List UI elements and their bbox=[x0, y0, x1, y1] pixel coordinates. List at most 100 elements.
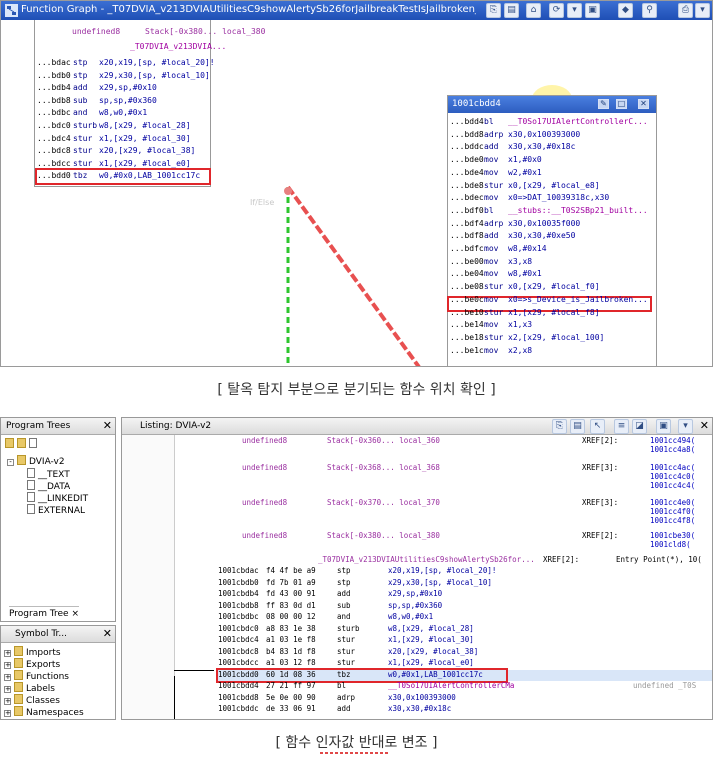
symbol-item-functions[interactable]: + Functions bbox=[4, 670, 69, 682]
xref-address[interactable]: 1001cc4c0( bbox=[650, 472, 695, 481]
graph-asm-line[interactable]: ...bdec mov x0=>DAT_10039318c,x30 bbox=[450, 192, 650, 203]
line-address: ...bdcc bbox=[37, 158, 71, 168]
xref-address[interactable]: 1001cld8( bbox=[650, 540, 691, 549]
listing-instruction-row[interactable]: 1001cbdc8 b4 83 1d f8 stur x20,[x29, #local… bbox=[218, 647, 712, 658]
graph-asm-line[interactable]: ...bdc8 stur x20,[x29, #local_38] bbox=[37, 145, 207, 156]
graph-asm-line[interactable]: ...bdc0 sturb w8,[x29, #local_28] bbox=[37, 120, 207, 131]
folder-icon[interactable] bbox=[17, 438, 26, 448]
block2-close-icon[interactable]: ✕ bbox=[638, 99, 649, 109]
chart-icon[interactable]: ◪ bbox=[632, 419, 647, 434]
symbol-item-exports[interactable]: + Exports bbox=[4, 658, 60, 670]
xref-address[interactable]: 1001cc4f0( bbox=[650, 507, 695, 516]
line-operands: __T0So17UIAlertControllerC... bbox=[508, 117, 648, 126]
tree-item-text[interactable]: __TEXT bbox=[27, 468, 70, 480]
menu-dropdown-icon[interactable]: ▾ bbox=[678, 419, 693, 434]
listing-instruction-row[interactable]: 1001cbdb0 fd 7b 01 a9 stp x29,x30,[sp, #loc… bbox=[218, 578, 712, 589]
close-icon[interactable]: ✕ bbox=[700, 419, 709, 432]
program-tree-tab[interactable]: Program Tree × bbox=[9, 606, 79, 619]
listing-variable-row[interactable]: undefined8 Stack[-0x380... local_380 XREF[… bbox=[242, 531, 712, 542]
listing-instruction-row[interactable]: 1001cbdbc 08 00 00 12 and w8,w0,#0x1 bbox=[218, 612, 712, 623]
graph-asm-line[interactable]: ...bde8 stur x0,[x29, #local_e8] bbox=[450, 180, 650, 191]
graph-asm-line[interactable]: ...be14 mov x1,x3 bbox=[450, 319, 650, 330]
listing-variable-row[interactable]: undefined8 Stack[-0x368... local_368 XREF[… bbox=[242, 463, 712, 474]
line-mnemonic: mov bbox=[484, 294, 499, 304]
copy-icon[interactable]: ⎘ bbox=[552, 419, 567, 434]
graph-asm-line[interactable]: ...be08 stur x0,[x29, #local_f0] bbox=[450, 281, 650, 292]
graph-asm-line[interactable]: ...bdfc mov w8,#0x14 bbox=[450, 243, 650, 254]
listing-instruction-row[interactable]: 1001cbdb8 ff 83 0d d1 sub sp,sp,#0x360 bbox=[218, 601, 712, 612]
graph-asm-line[interactable]: ...bdbc and w8,w0,#0x1 bbox=[37, 107, 207, 118]
xref-address[interactable]: 1001cc4a8( bbox=[650, 445, 695, 454]
xref-address[interactable]: 1001cc4e0( bbox=[650, 498, 695, 507]
line-operands: w8,[x29, #local_28] bbox=[99, 121, 191, 130]
graph-asm-line[interactable]: ...bdd8 adrp x30,0x100393000 bbox=[450, 129, 650, 140]
graph-asm-line[interactable]: ...bdc4 stur x1,[x29, #local_30] bbox=[37, 133, 207, 144]
row-address: 1001cbdac bbox=[218, 566, 259, 575]
tree-icon[interactable] bbox=[5, 438, 14, 448]
listing-instruction-row[interactable]: 1001cbdac f4 4f be a9 stp x20,x19,[sp, #loc… bbox=[218, 566, 712, 577]
graph-asm-line[interactable]: ...bde0 mov x1,#0x0 bbox=[450, 154, 650, 165]
listing-instruction-row[interactable]: 1001cbdd4 27 21 ff 97 bl __T0So17UIAlertCon… bbox=[218, 681, 712, 692]
cursor-icon[interactable]: ↖ bbox=[590, 419, 605, 434]
tree-item-linkedit[interactable]: __LINKEDIT bbox=[27, 492, 88, 504]
listing-margin bbox=[122, 435, 175, 719]
folder-icon bbox=[14, 706, 23, 716]
graph-asm-line[interactable]: ...bde4 mov w2,#0x1 bbox=[450, 167, 650, 178]
tree-item-data[interactable]: __DATA bbox=[27, 480, 70, 492]
snapshot-icon[interactable]: ▣ bbox=[656, 419, 671, 434]
listing-instruction-row[interactable]: 1001cbddc de 33 06 91 add x30,x30,#0x18c bbox=[218, 704, 712, 715]
graph-asm-line[interactable]: ...bddc add x30,x30,#0x18c bbox=[450, 141, 650, 152]
graph-asm-line[interactable]: ...bdf0 bl __stubs::__T0S2SBp21_built... bbox=[450, 205, 650, 216]
listing-instruction-row[interactable]: 1001cbdd0 60 1d 08 36 tbz w0,#0x1,LAB_1001c… bbox=[218, 670, 712, 681]
line-address: ...be08 bbox=[450, 282, 484, 292]
tree-item-external[interactable]: EXTERNAL bbox=[27, 504, 85, 516]
symbol-item-namespaces[interactable]: + Namespaces bbox=[4, 706, 84, 718]
graph-asm-line[interactable]: ...bdf4 adrp x30,0x10035f000 bbox=[450, 218, 650, 229]
graph-asm-line[interactable]: ...bdb8 sub sp,sp,#0x360 bbox=[37, 95, 207, 106]
paste-icon[interactable]: ▤ bbox=[570, 419, 585, 434]
xref-address[interactable]: 1001cc494( bbox=[650, 436, 695, 445]
line-mnemonic: stur bbox=[73, 158, 93, 168]
graph-asm-line[interactable]: ...bdd4 bl __T0So17UIAlertControllerC... bbox=[450, 116, 650, 127]
function-label-row[interactable]: _T07DVIA_v213DVIAUtilitiesC9showAlertySb… bbox=[318, 555, 712, 566]
listing-instruction-row[interactable]: 1001cbdcc a1 03 12 f8 stur x1,[x29, #local_… bbox=[218, 658, 712, 669]
graph-asm-line[interactable]: ...be18 stur x2,[x29, #local_100] bbox=[450, 332, 650, 343]
graph-asm-line[interactable]: ...bdb4 add x29,sp,#0x10 bbox=[37, 82, 207, 93]
listing-instruction-row[interactable]: 1001cbdc4 a1 03 1e f8 stur x1,[x29, #local_… bbox=[218, 635, 712, 646]
block2-edit-icon[interactable]: ✎ bbox=[598, 99, 609, 109]
graph-asm-line[interactable]: ...bdcc stur x1,[x29, #local_e0] bbox=[37, 158, 207, 169]
line-address: ...be0c bbox=[450, 294, 484, 304]
block2-maximize-icon[interactable]: □ bbox=[616, 99, 627, 109]
graph-asm-line[interactable]: ...bdd0 tbz w0,#0x0,LAB_1001cc17c bbox=[37, 170, 207, 181]
line-operands: x20,x19,[sp, #local_20]! bbox=[99, 58, 215, 67]
graph-asm-line[interactable]: ...be0c mov x0=>s_Device_is_Jailbroken... bbox=[450, 294, 650, 305]
line-address: ...bdfc bbox=[450, 244, 484, 253]
graph-asm-line[interactable]: ...be00 mov x3,x8 bbox=[450, 256, 650, 267]
graph-asm-line[interactable]: ...be04 mov w8,#0x1 bbox=[450, 268, 650, 279]
symbol-item-labels[interactable]: + Labels bbox=[4, 682, 55, 694]
tree-root[interactable]: - DVIA-v2 bbox=[7, 455, 65, 467]
function-label: _T07DVIA_v213DVIAUtilitiesC9showAlertySb… bbox=[318, 555, 535, 564]
listing-instruction-row[interactable]: 1001cbdc0 a8 83 1e 38 sturb w8,[x29, #local… bbox=[218, 624, 712, 635]
xref-address[interactable]: 1001cc4f8( bbox=[650, 516, 695, 525]
symbol-item-imports[interactable]: + Imports bbox=[4, 646, 61, 658]
xref-address[interactable]: 1001cc4c4( bbox=[650, 481, 695, 490]
xref-address[interactable]: 1001cbe30( bbox=[650, 531, 695, 540]
listing-instruction-row[interactable]: 1001cbdb4 fd 43 00 91 add x29,sp,#0x10 bbox=[218, 589, 712, 600]
listing-instruction-row[interactable]: 1001cbdd8 5e 0e 00 90 adrp x30,0x100393000 bbox=[218, 693, 712, 704]
listing-variable-row[interactable]: undefined8 Stack[-0x370... local_370 XREF[… bbox=[242, 498, 712, 509]
graph-asm-line[interactable]: ...bdac stp x20,x19,[sp, #local_20]! bbox=[37, 57, 215, 68]
listing-variable-row[interactable]: undefined8 Stack[-0x360... local_360 XREF[… bbox=[242, 436, 712, 447]
graph-asm-line[interactable]: ...bdf8 add x30,x30,#0xe50 bbox=[450, 230, 650, 241]
line-operands: x3,x8 bbox=[508, 256, 533, 266]
page-icon[interactable] bbox=[29, 438, 37, 448]
field-icon[interactable]: ≡ bbox=[614, 419, 629, 434]
close-icon[interactable]: ✕ bbox=[103, 627, 112, 640]
symbol-item-classes[interactable]: + Classes bbox=[4, 694, 60, 706]
graph-asm-line[interactable]: ...bdb0 stp x29,x30,[sp, #local_10] bbox=[37, 70, 210, 81]
close-icon[interactable]: ✕ bbox=[103, 419, 112, 432]
line-operands: x2,x8 bbox=[508, 345, 533, 355]
xref-address[interactable]: 1001cc4ac( bbox=[650, 463, 695, 472]
graph-asm-line[interactable]: ...be10 stur x1,[x29, #local_f8] bbox=[450, 307, 650, 318]
graph-asm-line[interactable]: ...be1c mov x2,x8 bbox=[450, 345, 650, 356]
